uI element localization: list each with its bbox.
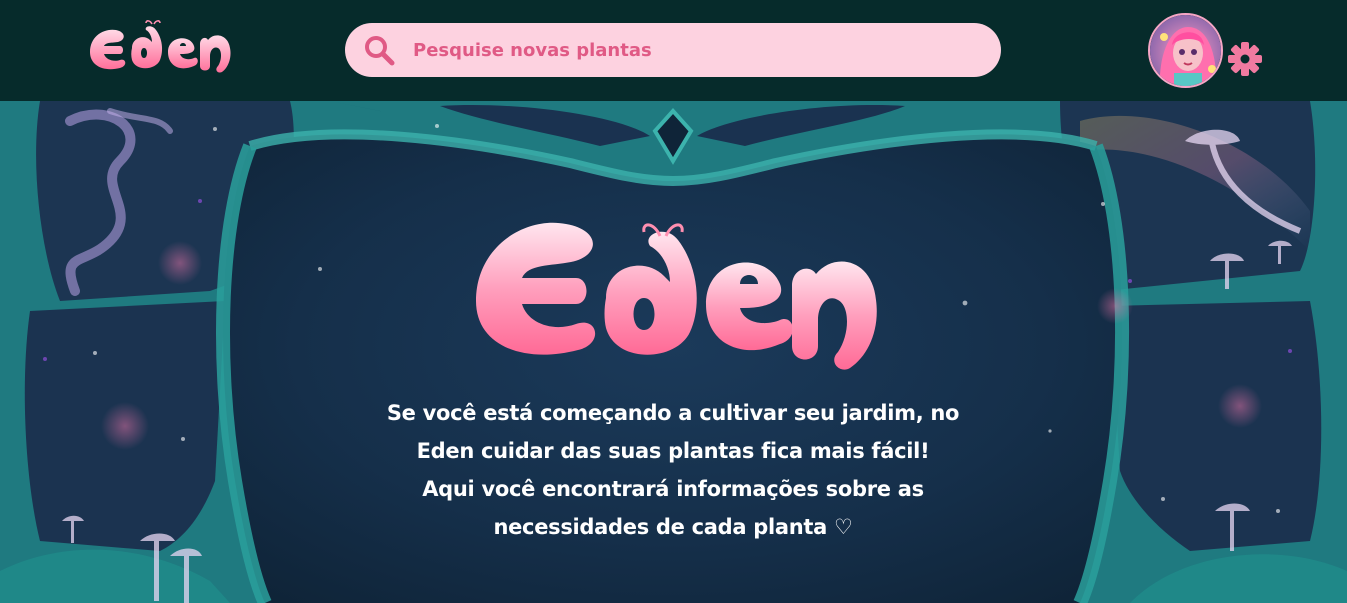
tagline-line: Aqui você encontrará informações sobre a… — [422, 477, 924, 501]
search-icon[interactable] — [363, 34, 395, 66]
hero-banner: Se você está começando a cultivar seu ja… — [0, 101, 1347, 603]
eden-hero-logo — [476, 222, 877, 370]
search-input[interactable] — [413, 39, 973, 61]
avatar-image — [1150, 15, 1221, 86]
top-navbar — [0, 0, 1347, 101]
eden-logo[interactable] — [86, 18, 236, 78]
search-bar[interactable] — [345, 23, 1001, 77]
tagline-line: Eden cuidar das suas plantas fica mais f… — [416, 439, 930, 463]
gear-icon[interactable] — [1226, 40, 1264, 78]
user-avatar[interactable] — [1148, 13, 1223, 88]
hero-tagline: Se você está começando a cultivar seu ja… — [363, 394, 983, 546]
tagline-line: necessidades de cada planta ♡ — [493, 515, 853, 539]
tagline-line: Se você está começando a cultivar seu ja… — [386, 401, 960, 425]
